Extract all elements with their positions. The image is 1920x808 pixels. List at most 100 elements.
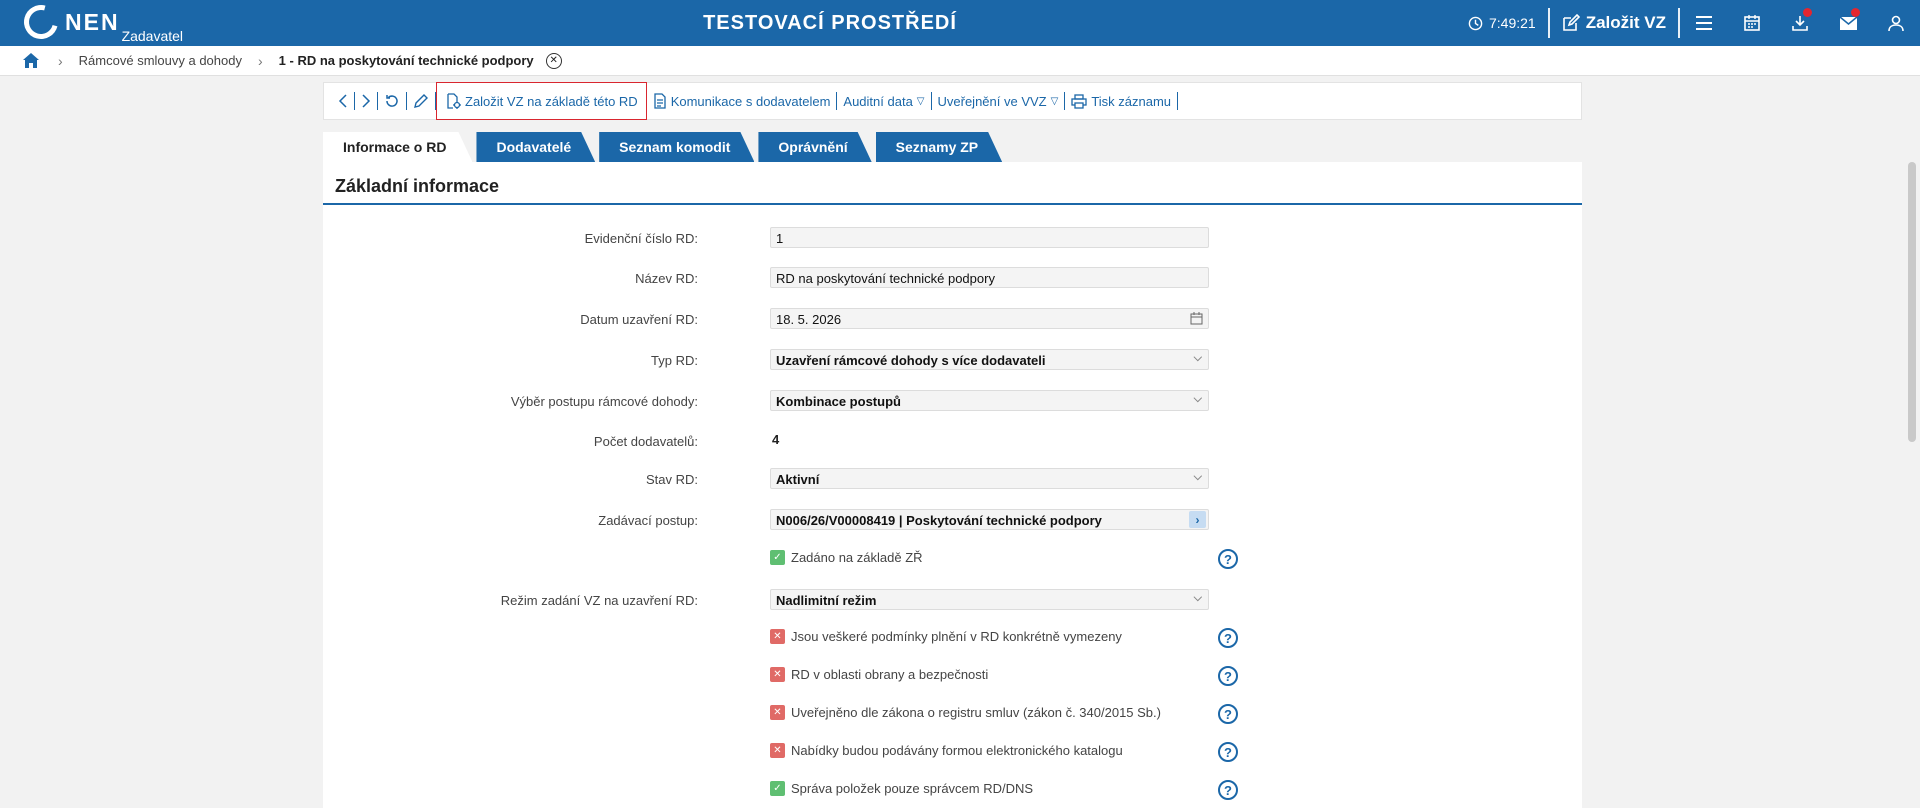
calendar-button[interactable] <box>1728 0 1776 46</box>
forward-button[interactable] <box>355 89 377 113</box>
help-icon[interactable]: ? <box>1218 549 1238 569</box>
vyber-postupu-select[interactable]: Kombinace postupů ⌵ <box>770 390 1209 411</box>
typ-value: Uzavření rámcové dohody s více dodavatel… <box>776 353 1046 368</box>
zadavaci-postup-field[interactable]: N006/26/V00008419 | Poskytování technick… <box>770 509 1209 530</box>
clock-time: 7:49:21 <box>1489 15 1536 31</box>
help-icon[interactable]: ? <box>1218 666 1238 686</box>
help-icon[interactable]: ? <box>1218 704 1238 724</box>
datum-uzavreni-field[interactable]: 18. 5. 2026 <box>770 308 1209 329</box>
user-icon <box>1888 15 1904 32</box>
menu-button[interactable] <box>1680 0 1728 46</box>
publish-label: Uveřejnění ve VVZ <box>937 93 1047 109</box>
mail-icon <box>1839 15 1857 30</box>
section-divider <box>323 203 1582 205</box>
open-link-button[interactable]: › <box>1189 511 1206 528</box>
messages-button[interactable] <box>1824 0 1872 46</box>
podminky-checkbox[interactable]: ✕ Jsou veškeré podmínky plnění v RD konk… <box>770 629 1122 644</box>
printer-icon <box>1071 93 1087 109</box>
action-toolbar: Založit VZ na základě této RD Komunikace… <box>323 82 1582 120</box>
session-clock: 7:49:21 <box>1468 15 1548 31</box>
field-row-stav: Stav RD: Aktivní ⌵ <box>323 468 1582 490</box>
new-vz-label: Založit VZ <box>1585 13 1666 32</box>
check-icon: ✓ <box>770 550 785 565</box>
communication-button[interactable]: Komunikace s dodavatelem <box>647 89 837 113</box>
home-icon <box>23 53 39 68</box>
field-row-datum: Datum uzavření RD: 18. 5. 2026 <box>323 308 1582 330</box>
chevron-down-icon: ⌵ <box>1193 393 1202 405</box>
header-divider <box>1547 8 1550 38</box>
checkbox-label: Zadáno na základě ZŘ <box>791 550 923 565</box>
publish-dropdown[interactable]: Uveřejnění ve VVZ ▽ <box>932 89 1065 113</box>
registr-smluv-checkbox[interactable]: ✕ Uveřejněno dle zákona o registru smluv… <box>770 705 1161 720</box>
checkbox-label: RD v oblasti obrany a bezpečnosti <box>791 667 989 682</box>
new-vz-button[interactable]: Založit VZ <box>1550 13 1678 33</box>
tab-informace-o-rd[interactable]: Informace o RD <box>323 132 472 162</box>
zadano-zr-checkbox[interactable]: ✓ Zadáno na základě ZŘ <box>770 550 923 565</box>
nazev-rd-field[interactable]: RD na poskytování technické podpory <box>770 267 1209 288</box>
help-icon[interactable]: ? <box>1218 780 1238 800</box>
typ-rd-select[interactable]: Uzavření rámcové dohody s více dodavatel… <box>770 349 1209 370</box>
chevron-left-icon <box>338 94 347 108</box>
field-label: Zadávací postup: <box>598 513 698 528</box>
obrana-checkbox[interactable]: ✕ RD v oblasti obrany a bezpečnosti <box>770 667 988 682</box>
cross-icon: ✕ <box>770 705 785 720</box>
breadcrumb: › Rámcové smlouvy a dohody › 1 - RD na p… <box>0 46 1920 76</box>
check-row: ✕ Nabídky budou podávány formou elektron… <box>323 742 1582 764</box>
rezim-zadani-select[interactable]: Nadlimitní režim ⌵ <box>770 589 1209 610</box>
field-row-zadavaci-postup: Zadávací postup: N006/26/V00008419 | Pos… <box>323 509 1582 531</box>
stav-value: Aktivní <box>776 472 820 487</box>
field-row-vyber-postupu: Výběr postupu rámcové dohody: Kombinace … <box>323 390 1582 412</box>
stav-rd-select[interactable]: Aktivní ⌵ <box>770 468 1209 489</box>
tab-seznam-komodit[interactable]: Seznam komodit <box>599 132 754 162</box>
print-button[interactable]: Tisk záznamu <box>1065 89 1177 113</box>
cross-icon: ✕ <box>770 629 785 644</box>
rezim-value: Nadlimitní režim <box>776 593 877 608</box>
edit-button[interactable] <box>407 89 435 113</box>
user-button[interactable] <box>1872 0 1920 46</box>
check-row: ✕ Uveřejněno dle zákona o registru smluv… <box>323 704 1582 726</box>
evidencni-cislo-field[interactable]: 1 <box>770 227 1209 248</box>
field-row-rezim: Režim zadání VZ na uzavření RD: Nadlimit… <box>323 589 1582 611</box>
create-vz-from-rd-button[interactable]: Založit VZ na základě této RD <box>436 82 647 120</box>
top-bar: NEN Zadavatel TESTOVACÍ PROSTŘEDÍ 7:49:2… <box>0 0 1920 46</box>
downloads-button[interactable] <box>1776 0 1824 46</box>
tab-bar: Informace o RD Dodavatelé Seznam komodit… <box>323 132 1006 162</box>
content-panel: Základní informace Evidenční číslo RD: 1… <box>323 162 1582 808</box>
clock-icon <box>1468 16 1483 30</box>
tab-dodavatele[interactable]: Dodavatelé <box>476 132 595 162</box>
close-icon[interactable]: ✕ <box>545 52 562 69</box>
tab-seznamy-zp[interactable]: Seznamy ZP <box>876 132 1002 162</box>
header-actions: 7:49:21 Založit VZ <box>1468 0 1920 46</box>
elektronicky-katalog-checkbox[interactable]: ✕ Nabídky budou podávány formou elektron… <box>770 743 1123 758</box>
breadcrumb-current: 1 - RD na poskytování technické podpory <box>278 53 534 68</box>
chevron-right-icon <box>362 94 371 108</box>
field-label: Název RD: <box>635 271 698 286</box>
postup-value: N006/26/V00008419 | Poskytování technick… <box>776 513 1102 528</box>
calendar-icon[interactable] <box>1190 312 1203 325</box>
tab-opravneni[interactable]: Oprávnění <box>758 132 871 162</box>
datum-value: 18. 5. 2026 <box>776 312 842 327</box>
chevron-down-icon: ⌵ <box>1193 352 1202 364</box>
field-row-nazev: Název RD: RD na poskytování technické po… <box>323 267 1582 289</box>
help-icon[interactable]: ? <box>1218 628 1238 648</box>
sprava-polozek-checkbox[interactable]: ✓ Správa položek pouze správcem RD/DNS <box>770 781 1033 796</box>
refresh-button[interactable] <box>378 89 406 113</box>
check-row-zr: ✓ Zadáno na základě ZŘ ? <box>323 549 1582 571</box>
calendar-icon <box>1744 15 1760 31</box>
home-button[interactable] <box>22 51 42 71</box>
check-icon: ✓ <box>770 781 785 796</box>
create-vz-label: Založit VZ na základě této RD <box>465 93 638 109</box>
field-row-typ: Typ RD: Uzavření rámcové dohody s více d… <box>323 349 1582 371</box>
field-label: Režim zadání VZ na uzavření RD: <box>500 593 698 608</box>
environment-title: TESTOVACÍ PROSTŘEDÍ <box>703 12 957 34</box>
section-title: Základní informace <box>335 176 500 196</box>
help-icon[interactable]: ? <box>1218 742 1238 762</box>
page-scrollbar[interactable] <box>1908 162 1916 442</box>
check-row: ✕ RD v oblasti obrany a bezpečnosti ? <box>323 666 1582 688</box>
print-label: Tisk záznamu <box>1091 93 1172 109</box>
triangle-down-icon: ▽ <box>1050 95 1059 107</box>
breadcrumb-item[interactable]: Rámcové smlouvy a dohody <box>79 53 242 68</box>
edit-icon <box>1562 14 1580 31</box>
back-button[interactable] <box>332 89 354 113</box>
audit-dropdown[interactable]: Auditní data ▽ <box>837 89 930 113</box>
